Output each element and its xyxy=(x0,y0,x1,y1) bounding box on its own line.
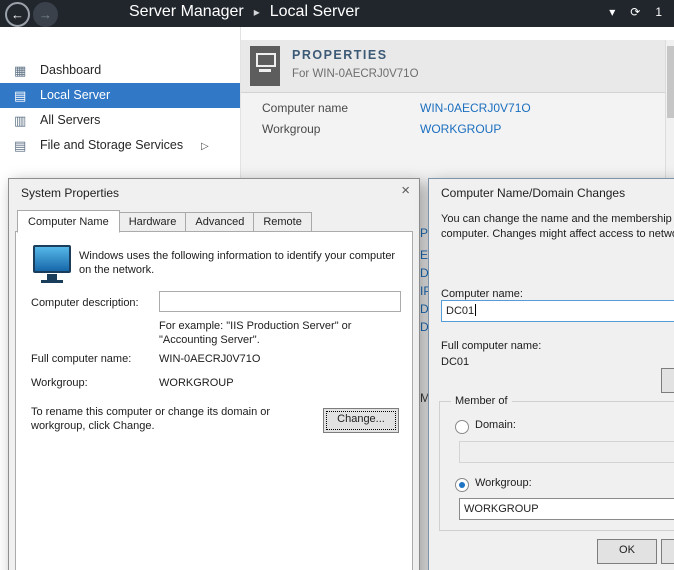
text-cursor xyxy=(475,304,476,316)
notification-count-badge[interactable]: 1 xyxy=(655,5,662,19)
breadcrumb-section: Local Server xyxy=(270,3,360,20)
cancel-button[interactable]: Cancel xyxy=(661,539,674,564)
sidebar-item-file-storage-services[interactable]: ▤ File and Storage Services ▷ xyxy=(0,133,240,158)
full-computer-name-value: WIN-0AECRJ0V71O xyxy=(159,353,260,365)
computer-name-input-value: DC01 xyxy=(446,305,474,317)
vertical-scrollbar[interactable] xyxy=(665,40,674,180)
sidebar-item-all-servers[interactable]: ▥ All Servers xyxy=(0,108,240,133)
workgroup-value: WORKGROUP xyxy=(159,377,234,389)
full-computer-name-value: DC01 xyxy=(441,356,469,368)
computer-name-input[interactable]: DC01 xyxy=(441,300,674,322)
dashboard-icon: ▦ xyxy=(14,58,34,83)
forward-button[interactable]: → xyxy=(33,2,58,27)
property-label: Workgroup xyxy=(262,122,320,136)
computer-name-domain-changes-dialog: Computer Name/Domain Changes You can cha… xyxy=(428,178,674,570)
domain-radio[interactable] xyxy=(455,420,469,434)
workgroup-link[interactable]: WORKGROUP xyxy=(420,122,501,136)
system-properties-dialog: System Properties × Computer Name Hardwa… xyxy=(8,178,420,570)
description-example-text: For example: "IIS Production Server" or … xyxy=(159,319,351,347)
expand-arrow-icon[interactable]: ▷ xyxy=(201,134,209,159)
sidebar-item-label: Local Server xyxy=(40,83,110,108)
sidebar-item-local-server[interactable]: ▤ Local Server xyxy=(0,83,240,108)
sidebar-item-label: Dashboard xyxy=(40,58,101,83)
storage-icon: ▤ xyxy=(14,133,34,158)
tab-bar: Computer Name Hardware Advanced Remote xyxy=(17,210,312,232)
caret-down-icon[interactable]: ▾ xyxy=(609,5,615,19)
truncated-link-fragment[interactable]: P xyxy=(420,226,428,240)
computer-description-input[interactable] xyxy=(159,291,401,312)
properties-heading: PROPERTIES xyxy=(292,48,388,62)
dialog-title: Computer Name/Domain Changes xyxy=(441,186,625,200)
servers-icon: ▥ xyxy=(14,108,34,133)
full-computer-name-label: Full computer name: xyxy=(31,353,131,365)
computer-name-link[interactable]: WIN-0AECRJ0V71O xyxy=(420,101,531,115)
breadcrumb-arrow-icon: ▸ xyxy=(254,5,260,19)
forward-arrow-icon: → xyxy=(39,7,52,22)
ok-button[interactable]: OK xyxy=(597,539,657,564)
domain-input[interactable] xyxy=(459,441,674,463)
tab-remote[interactable]: Remote xyxy=(253,212,312,232)
domain-label: Domain: xyxy=(475,419,516,431)
breadcrumb: Server Manager ▸ Local Server xyxy=(129,3,360,21)
truncated-link-fragment[interactable]: E xyxy=(420,248,428,262)
sidebar-item-label: File and Storage Services xyxy=(40,133,183,158)
server-manager-window: ← → Server Manager ▸ Local Server ▾ ⟳ 1 ▦ … xyxy=(0,0,674,570)
computer-name-label: Computer name: xyxy=(441,288,523,300)
rename-hint-text: To rename this computer or change its do… xyxy=(31,405,270,433)
workgroup-radio[interactable] xyxy=(455,478,469,492)
identify-info-text: Windows uses the following information t… xyxy=(79,249,395,277)
workgroup-input-value: WORKGROUP xyxy=(464,503,539,515)
more-button[interactable]: More... xyxy=(661,368,674,393)
property-label: Computer name xyxy=(262,101,348,115)
refresh-icon[interactable]: ⟳ xyxy=(630,5,640,19)
sidebar-item-dashboard[interactable]: ▦ Dashboard xyxy=(0,58,240,83)
workgroup-label: Workgroup: xyxy=(475,477,532,489)
topbar: ← → Server Manager ▸ Local Server ▾ ⟳ 1 xyxy=(0,0,674,27)
close-icon[interactable]: × xyxy=(401,183,410,199)
tab-computer-name[interactable]: Computer Name xyxy=(17,210,120,233)
change-info-text: You can change the name and the membersh… xyxy=(441,212,674,242)
back-arrow-icon: ← xyxy=(11,7,24,22)
back-button[interactable]: ← xyxy=(5,2,30,27)
computer-description-label: Computer description: xyxy=(31,297,139,309)
computer-name-tab-panel xyxy=(15,231,413,570)
member-of-label: Member of xyxy=(451,395,512,407)
properties-tile-header: PROPERTIES For WIN-0AECRJ0V71O xyxy=(241,40,674,93)
properties-subheading: For WIN-0AECRJ0V71O xyxy=(292,68,419,80)
tab-advanced[interactable]: Advanced xyxy=(185,212,254,232)
computer-monitor-icon xyxy=(33,245,71,273)
workgroup-input[interactable]: WORKGROUP xyxy=(459,498,674,520)
app-title: Server Manager xyxy=(129,3,244,20)
scrollbar-thumb[interactable] xyxy=(667,46,674,118)
tab-hardware[interactable]: Hardware xyxy=(119,212,187,232)
change-button[interactable]: Change... xyxy=(323,408,399,433)
server-icon: ▤ xyxy=(14,83,34,108)
workgroup-label: Workgroup: xyxy=(31,377,88,389)
sidebar-item-label: All Servers xyxy=(40,108,100,133)
dialog-title: System Properties xyxy=(21,186,119,200)
full-computer-name-label: Full computer name: xyxy=(441,340,541,352)
topbar-actions: ▾ ⟳ 1 xyxy=(609,5,662,19)
server-monitor-icon xyxy=(250,46,280,86)
